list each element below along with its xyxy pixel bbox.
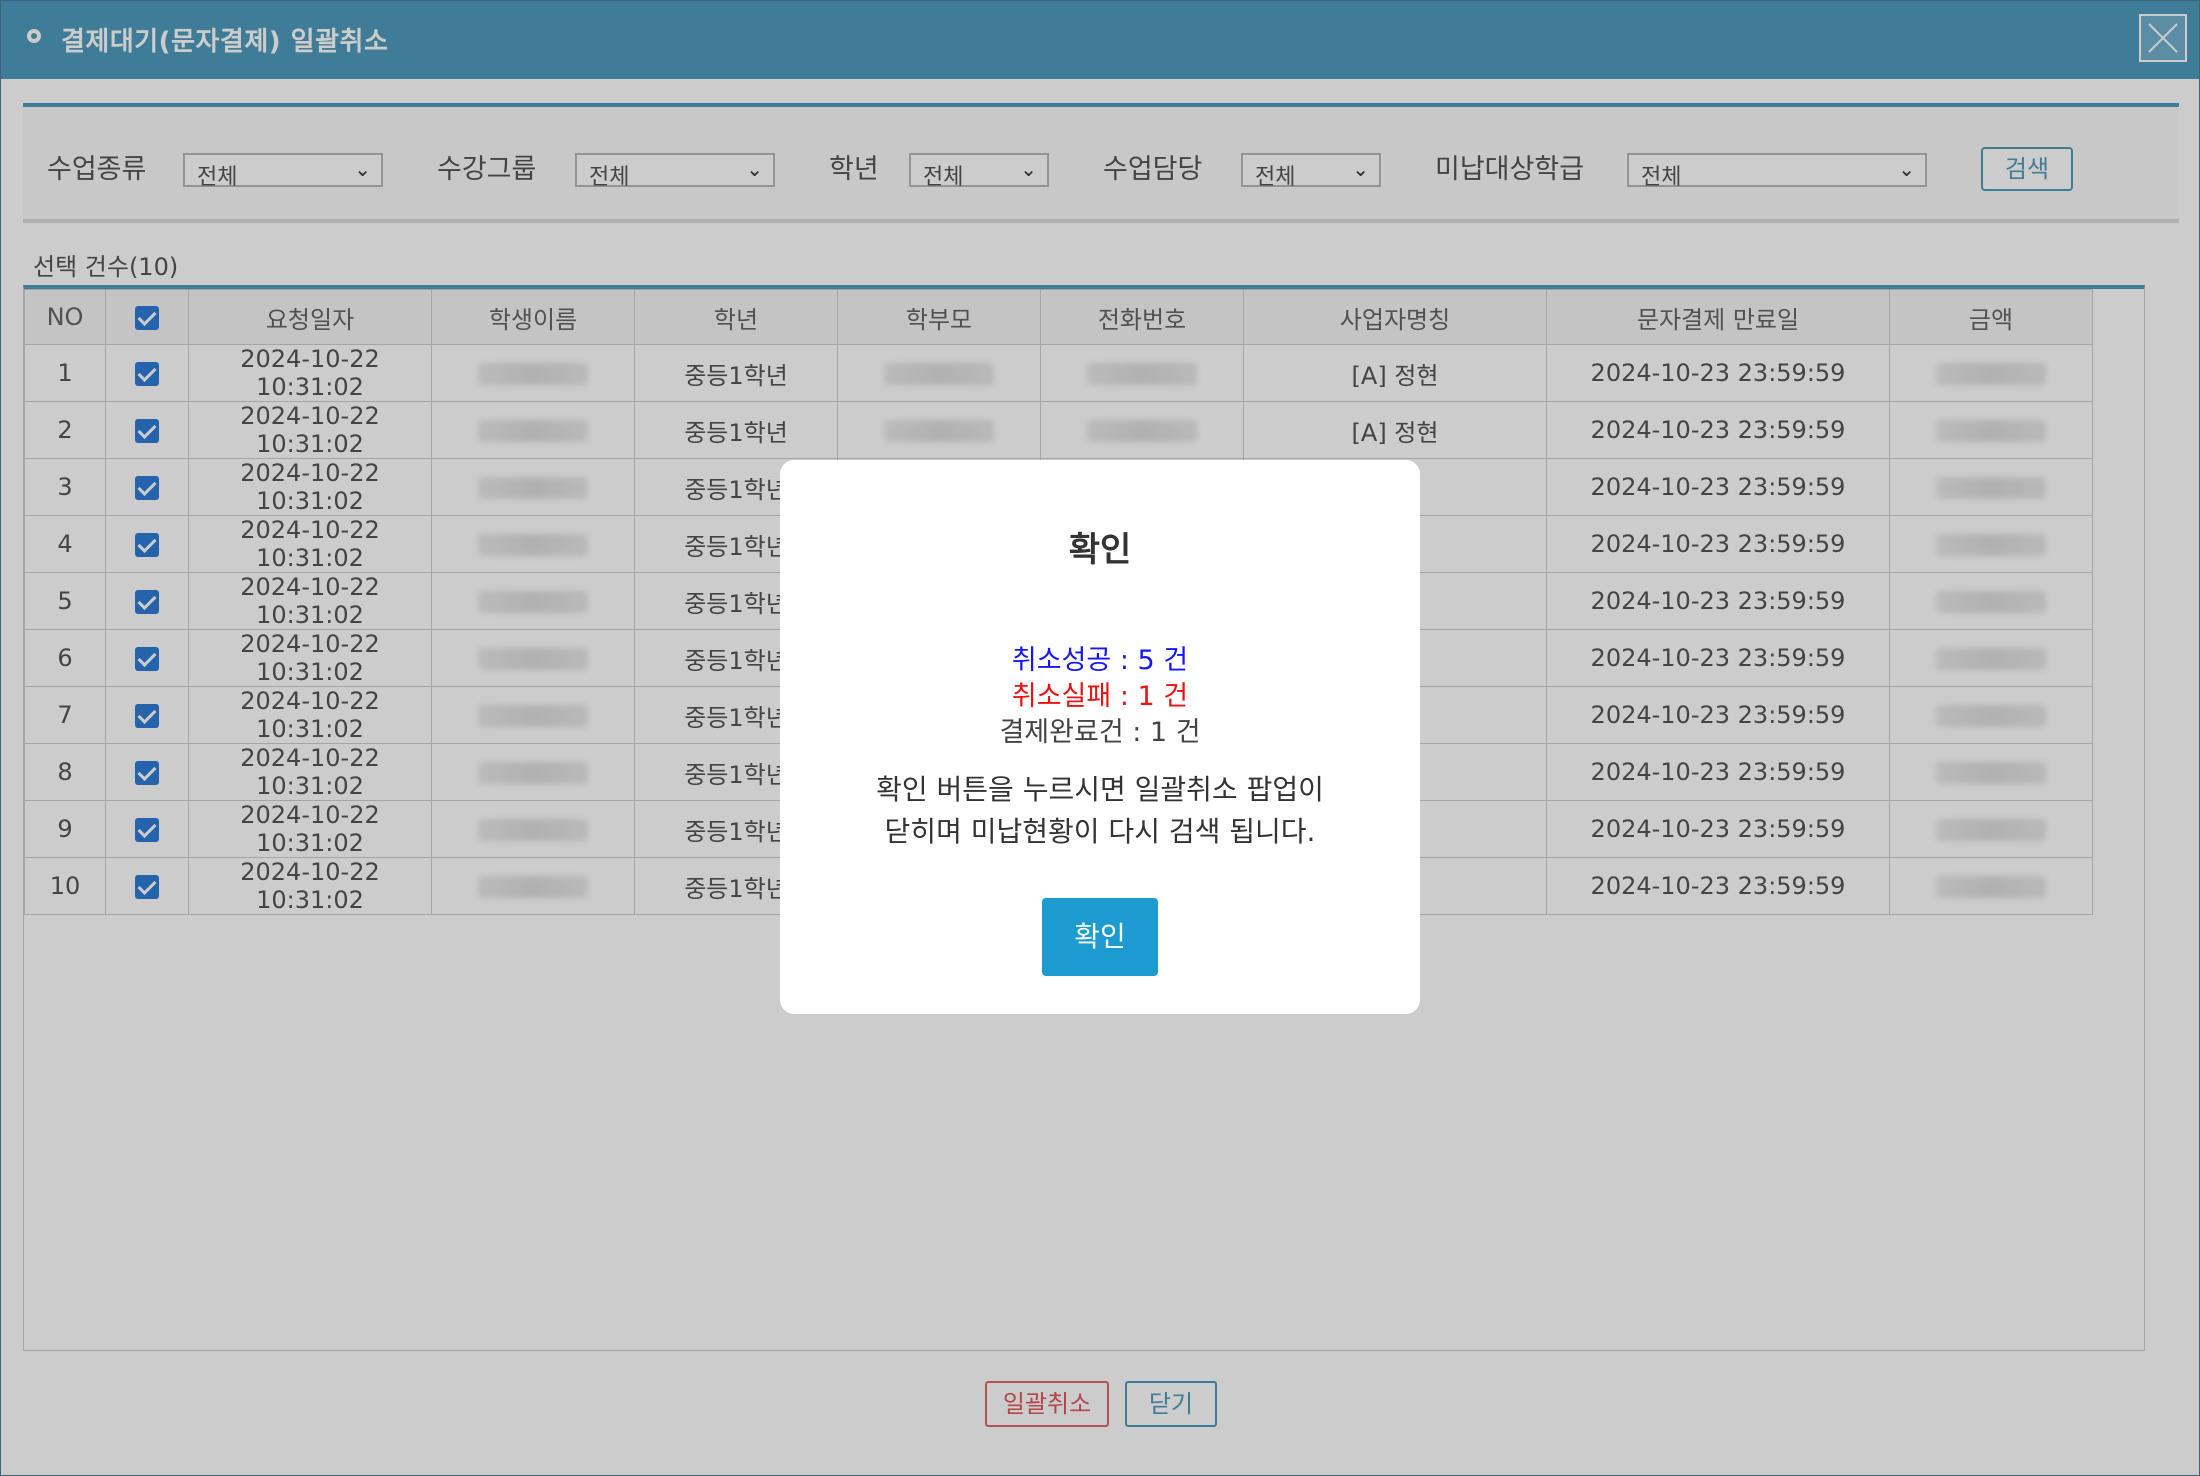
cancel-success-count: 취소성공 : 5 건	[1011, 645, 1189, 676]
confirm-dialog: 확인 취소성공 : 5 건 취소실패 : 1 건 결제완료건 : 1 건 확인 …	[780, 460, 1420, 1014]
confirm-button[interactable]: 확인	[1042, 898, 1158, 976]
dialog-message-line2: 닫히며 미납현황이 다시 검색 됩니다.	[884, 815, 1316, 848]
dialog-title: 확인	[1068, 530, 1132, 570]
payment-complete-count: 결제완료건 : 1 건	[999, 717, 1201, 748]
dialog-message-line1: 확인 버튼을 누르시면 일괄취소 팝업이	[876, 773, 1324, 806]
cancel-fail-count: 취소실패 : 1 건	[1011, 681, 1189, 712]
